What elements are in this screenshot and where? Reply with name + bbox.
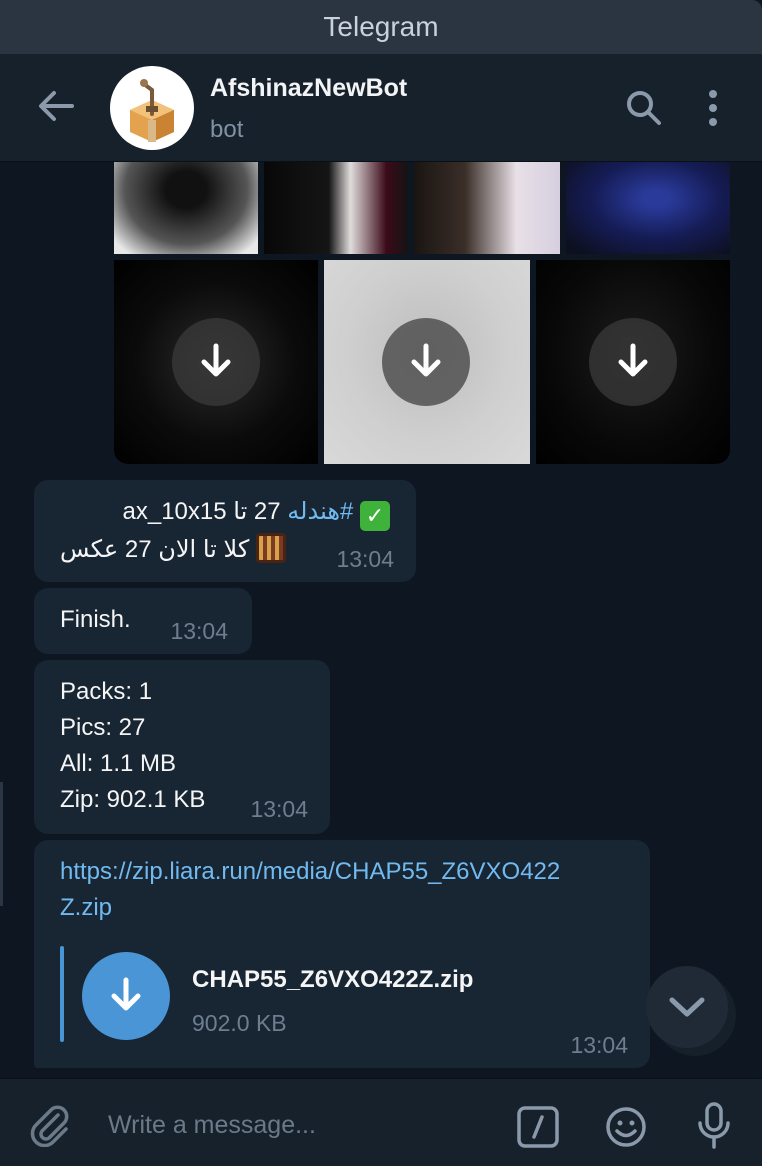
photo-thumbnail[interactable] [566,162,730,254]
download-arrow-icon [411,343,441,377]
link-text[interactable]: Z.zip [60,890,560,926]
message-time: 13:04 [170,618,228,644]
photo-thumbnail[interactable] [414,162,560,254]
download-arrow-icon [111,977,141,1011]
file-size: 902.0 KB [192,1010,287,1036]
bot-avatar[interactable] [110,66,194,150]
search-icon[interactable] [624,88,664,128]
chat-title[interactable]: AfshinazNewBot [210,74,407,103]
photo-thumbnail[interactable] [114,162,258,254]
hashtag-link[interactable]: #هندله [287,498,353,525]
chat-subtitle: bot [210,116,244,143]
scrollbar[interactable] [0,782,3,906]
photo-thumbnail[interactable] [324,260,530,464]
caption-line-1: ✓ #هندله 27 تا ax_10x15 [122,494,390,531]
download-button[interactable] [172,318,260,406]
back-arrow-icon[interactable] [34,84,78,128]
message-input[interactable]: Write a message... [108,1111,316,1140]
microphone-icon[interactable] [694,1101,734,1151]
chat-header: AfshinazNewBot bot [0,54,762,162]
attach-paperclip-icon[interactable] [28,1103,72,1148]
window-title: Telegram [0,0,762,54]
link-text[interactable]: https://zip.liara.run/media/CHAP55_Z6VXO… [60,854,560,890]
download-button[interactable] [589,318,677,406]
emoji-icon[interactable] [604,1105,648,1149]
message-list[interactable]: ✓ #هندله 27 تا ax_10x15 کلا تا الان 27 ع… [0,162,762,1078]
file-download-button[interactable] [82,952,170,1040]
message-bubble[interactable]: Finish. 13:04 [34,588,252,654]
message-time: 13:04 [336,546,394,572]
message-time: 13:04 [250,796,308,822]
stat-line: Zip: 902.1 KB [60,786,206,813]
message-bubble[interactable]: ✓ #هندله 27 تا ax_10x15 کلا تا الان 27 ع… [34,480,416,582]
package-icon [130,79,174,142]
stat-line: Packs: 1 [60,678,153,705]
photo-album-bottom-row [114,260,730,464]
photo-thumbnail[interactable] [536,260,730,464]
photo-album-top-row [114,162,730,254]
message-text: Packs: 1 Pics: 27 All: 1.1 MB Zip: 902.1… [60,674,205,818]
message-bubble[interactable]: Packs: 1 Pics: 27 All: 1.1 MB Zip: 902.1… [34,660,330,834]
message-text: Finish. [60,606,131,633]
caption-text: 27 تا ax_10x15 [122,498,288,525]
photo-thumbnail[interactable] [264,162,408,254]
scroll-to-bottom-button[interactable] [646,966,728,1048]
message-bubble[interactable]: https://zip.liara.run/media/CHAP55_Z6VXO… [34,840,650,1068]
abacus-icon [255,533,286,563]
stat-line: Pics: 27 [60,714,146,741]
file-name[interactable]: CHAP55_Z6VXO422Z.zip [192,966,473,994]
stat-line: All: 1.1 MB [60,750,177,777]
caption-text: کلا تا الان 27 عکس [60,536,250,563]
check-mark-icon: ✓ [360,501,390,531]
caption-line-2: کلا تا الان 27 عکس [60,532,286,568]
photo-thumbnail[interactable] [114,260,318,464]
message-composer: Write a message... [0,1078,762,1166]
link-preview-bar [60,946,64,1042]
more-options-icon[interactable] [696,86,730,130]
download-arrow-icon [618,343,648,377]
zip-link[interactable]: https://zip.liara.run/media/CHAP55_Z6VXO… [60,854,560,926]
download-button[interactable] [382,318,470,406]
chevron-down-icon [669,997,705,1017]
bot-commands-icon[interactable] [516,1105,560,1149]
download-arrow-icon [201,343,231,377]
message-time: 13:04 [570,1032,628,1058]
